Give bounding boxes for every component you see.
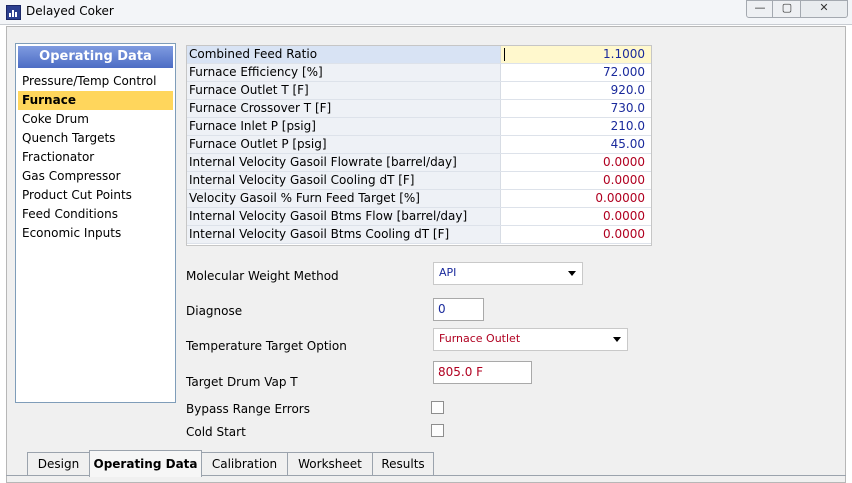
cold-start-label: Cold Start — [186, 425, 246, 439]
grid-label: Velocity Gasoil % Furn Feed Target [%] — [187, 190, 501, 207]
grid-label: Internal Velocity Gasoil Cooling dT [F] — [187, 172, 501, 189]
diagnose-input[interactable]: 0 — [433, 298, 484, 321]
grid-value-input[interactable]: 0.00000 — [501, 190, 651, 207]
sidebar-item-feed-conditions[interactable]: Feed Conditions — [18, 205, 173, 224]
maximize-button[interactable]: ▢ — [772, 0, 802, 18]
sidebar-item-economic-inputs[interactable]: Economic Inputs — [18, 224, 173, 243]
grid-row[interactable]: Furnace Crossover T [F] 730.0 — [187, 100, 651, 118]
grid-value-input[interactable]: 210.0 — [501, 118, 651, 135]
sidebar-item-fractionator[interactable]: Fractionator — [18, 148, 173, 167]
chevron-down-icon — [568, 271, 576, 276]
grid-row[interactable]: Furnace Outlet P [psig] 45.00 — [187, 136, 651, 154]
grid-value-input[interactable]: 1.1000 — [501, 46, 651, 63]
mw-method-label: Molecular Weight Method — [186, 269, 339, 283]
grid-label: Internal Velocity Gasoil Btms Cooling dT… — [187, 226, 501, 243]
operating-data-grid: Combined Feed Ratio 1.1000 Furnace Effic… — [186, 45, 652, 246]
grid-value-input[interactable]: 0.0000 — [501, 226, 651, 243]
grid-row[interactable]: Furnace Inlet P [psig] 210.0 — [187, 118, 651, 136]
sidebar-item-gas-compressor[interactable]: Gas Compressor — [18, 167, 173, 186]
sidebar-item-pressure-temp-control[interactable]: Pressure/Temp Control — [18, 72, 173, 91]
grid-label: Furnace Outlet P [psig] — [187, 136, 501, 153]
sidebar-item-quench-targets[interactable]: Quench Targets — [18, 129, 173, 148]
sidebar-header: Operating Data — [18, 46, 173, 68]
temp-target-label: Temperature Target Option — [186, 339, 347, 353]
grid-row[interactable]: Velocity Gasoil % Furn Feed Target [%] 0… — [187, 190, 651, 208]
minimize-button[interactable]: — — [746, 0, 774, 18]
grid-label: Internal Velocity Gasoil Flowrate [barre… — [187, 154, 501, 171]
chevron-down-icon — [613, 337, 621, 342]
tab-calibration[interactable]: Calibration — [201, 452, 288, 475]
grid-value-input[interactable]: 730.0 — [501, 100, 651, 117]
grid-value-input[interactable]: 920.0 — [501, 82, 651, 99]
grid-label: Furnace Efficiency [%] — [187, 64, 501, 81]
cold-start-checkbox[interactable] — [431, 424, 444, 437]
grid-label: Furnace Inlet P [psig] — [187, 118, 501, 135]
mw-method-value: API — [439, 266, 457, 279]
temp-target-value: Furnace Outlet — [439, 332, 521, 345]
grid-row[interactable]: Internal Velocity Gasoil Cooling dT [F] … — [187, 172, 651, 190]
grid-row[interactable]: Combined Feed Ratio 1.1000 — [187, 46, 651, 64]
grid-row[interactable]: Furnace Efficiency [%] 72.000 — [187, 64, 651, 82]
mw-method-dropdown[interactable]: API — [433, 262, 583, 285]
grid-row[interactable]: Furnace Outlet T [F] 920.0 — [187, 82, 651, 100]
grid-row[interactable]: Internal Velocity Gasoil Btms Cooling dT… — [187, 226, 651, 244]
drum-vap-label: Target Drum Vap T — [186, 375, 298, 389]
sidebar-item-product-cut-points[interactable]: Product Cut Points — [18, 186, 173, 205]
tab-design[interactable]: Design — [27, 452, 90, 475]
tab-results[interactable]: Results — [372, 452, 434, 475]
window-title: Delayed Coker — [26, 4, 114, 18]
tab-operating-data[interactable]: Operating Data — [89, 450, 202, 477]
grid-value-input[interactable]: 0.0000 — [501, 154, 651, 171]
sidebar: Operating Data Pressure/Temp Control Fur… — [15, 43, 176, 403]
bypass-label: Bypass Range Errors — [186, 402, 310, 416]
title-bar: Delayed Coker — ▢ ✕ — [0, 0, 852, 25]
tab-worksheet[interactable]: Worksheet — [287, 452, 373, 475]
close-button[interactable]: ✕ — [800, 0, 848, 18]
grid-value-input[interactable]: 0.0000 — [501, 172, 651, 189]
grid-row[interactable]: Internal Velocity Gasoil Flowrate [barre… — [187, 154, 651, 172]
drum-vap-input[interactable]: 805.0 F — [433, 361, 532, 384]
bottom-tabs: Design Operating Data Calibration Worksh… — [6, 450, 846, 483]
grid-value-input[interactable]: 45.00 — [501, 136, 651, 153]
text-caret — [504, 48, 505, 61]
grid-value-input[interactable]: 0.0000 — [501, 208, 651, 225]
grid-label: Combined Feed Ratio — [187, 46, 501, 63]
diagnose-label: Diagnose — [186, 304, 243, 318]
bypass-checkbox[interactable] — [431, 401, 444, 414]
temp-target-dropdown[interactable]: Furnace Outlet — [433, 328, 628, 351]
grid-label: Furnace Crossover T [F] — [187, 100, 501, 117]
grid-value-input[interactable]: 72.000 — [501, 64, 651, 81]
sidebar-item-furnace[interactable]: Furnace — [18, 91, 173, 110]
grid-row[interactable]: Internal Velocity Gasoil Btms Flow [barr… — [187, 208, 651, 226]
bar-chart-icon — [6, 5, 21, 20]
grid-label: Internal Velocity Gasoil Btms Flow [barr… — [187, 208, 501, 225]
grid-label: Furnace Outlet T [F] — [187, 82, 501, 99]
sidebar-item-coke-drum[interactable]: Coke Drum — [18, 110, 173, 129]
